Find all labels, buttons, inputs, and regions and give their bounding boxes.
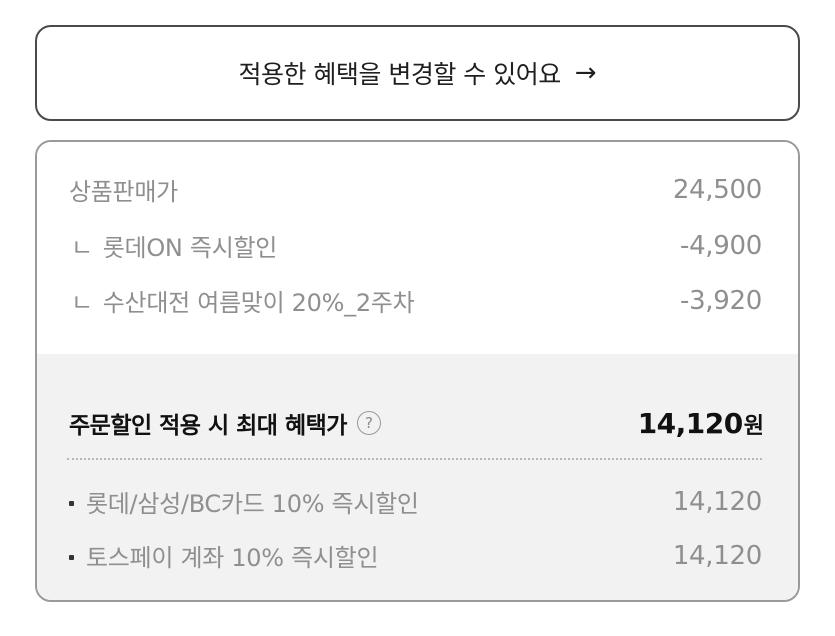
arrow-right-icon: →	[574, 58, 597, 88]
question-circle-icon[interactable]: ?	[356, 411, 381, 435]
base-price-label: 상품판매가	[69, 178, 178, 206]
discount-row: ㄴ 롯데ON 즉시할인 -4,900	[69, 228, 762, 263]
sub-item-prefix: ㄴ	[71, 289, 93, 317]
max-benefit-amount: 14,120	[637, 406, 744, 440]
bullet-icon	[69, 554, 74, 560]
change-benefit-button[interactable]: 적용한 혜택을 변경할 수 있어요 →	[35, 25, 800, 121]
base-price-row: 상품판매가 24,500	[69, 172, 762, 207]
max-benefit-label: 주문할인 적용 시 최대 혜택가	[69, 413, 347, 439]
price-breakdown-card: 상품판매가 24,500 ㄴ 롯데ON 즉시할인 -4,900 ㄴ 수산대전 여름맞…	[35, 140, 800, 602]
bullet-icon	[69, 500, 74, 506]
card-discount-label: 토스페이 계좌 10% 즉시할인	[86, 544, 379, 572]
max-benefit-price: 14,120원	[638, 407, 764, 440]
discount-label: 수산대전 여름맞이 20%_2주차	[102, 289, 415, 317]
card-discount-value: 14,120	[672, 486, 762, 517]
discount-label: 롯데ON 즉시할인	[102, 234, 278, 262]
card-discount-value: 14,120	[672, 540, 762, 571]
sub-item-prefix: ㄴ	[71, 234, 93, 262]
price-details-section: 상품판매가 24,500 ㄴ 롯데ON 즉시할인 -4,900 ㄴ 수산대전 여름맞…	[37, 142, 798, 354]
max-benefit-row: 주문할인 적용 시 최대 혜택가 ? 14,120원	[69, 406, 764, 440]
card-discount-row: 롯데/삼성/BC카드 10% 즉시할인 14,120	[69, 484, 762, 519]
card-discount-label: 롯데/삼성/BC카드 10% 즉시할인	[86, 490, 419, 518]
discount-value: -4,900	[679, 230, 762, 261]
discount-row: ㄴ 수산대전 여름맞이 20%_2주차 -3,920	[69, 283, 762, 318]
dotted-divider	[67, 458, 762, 460]
card-discount-row: 토스페이 계좌 10% 즉시할인 14,120	[69, 538, 762, 573]
base-price-value: 24,500	[672, 174, 762, 205]
change-benefit-label: 적용한 혜택을 변경할 수 있어요	[238, 60, 561, 89]
discount-value: -3,920	[679, 285, 762, 316]
currency-unit: 원	[743, 413, 764, 439]
max-benefit-section: 주문할인 적용 시 최대 혜택가 ? 14,120원 롯데/삼성/BC카드 10…	[37, 354, 798, 600]
